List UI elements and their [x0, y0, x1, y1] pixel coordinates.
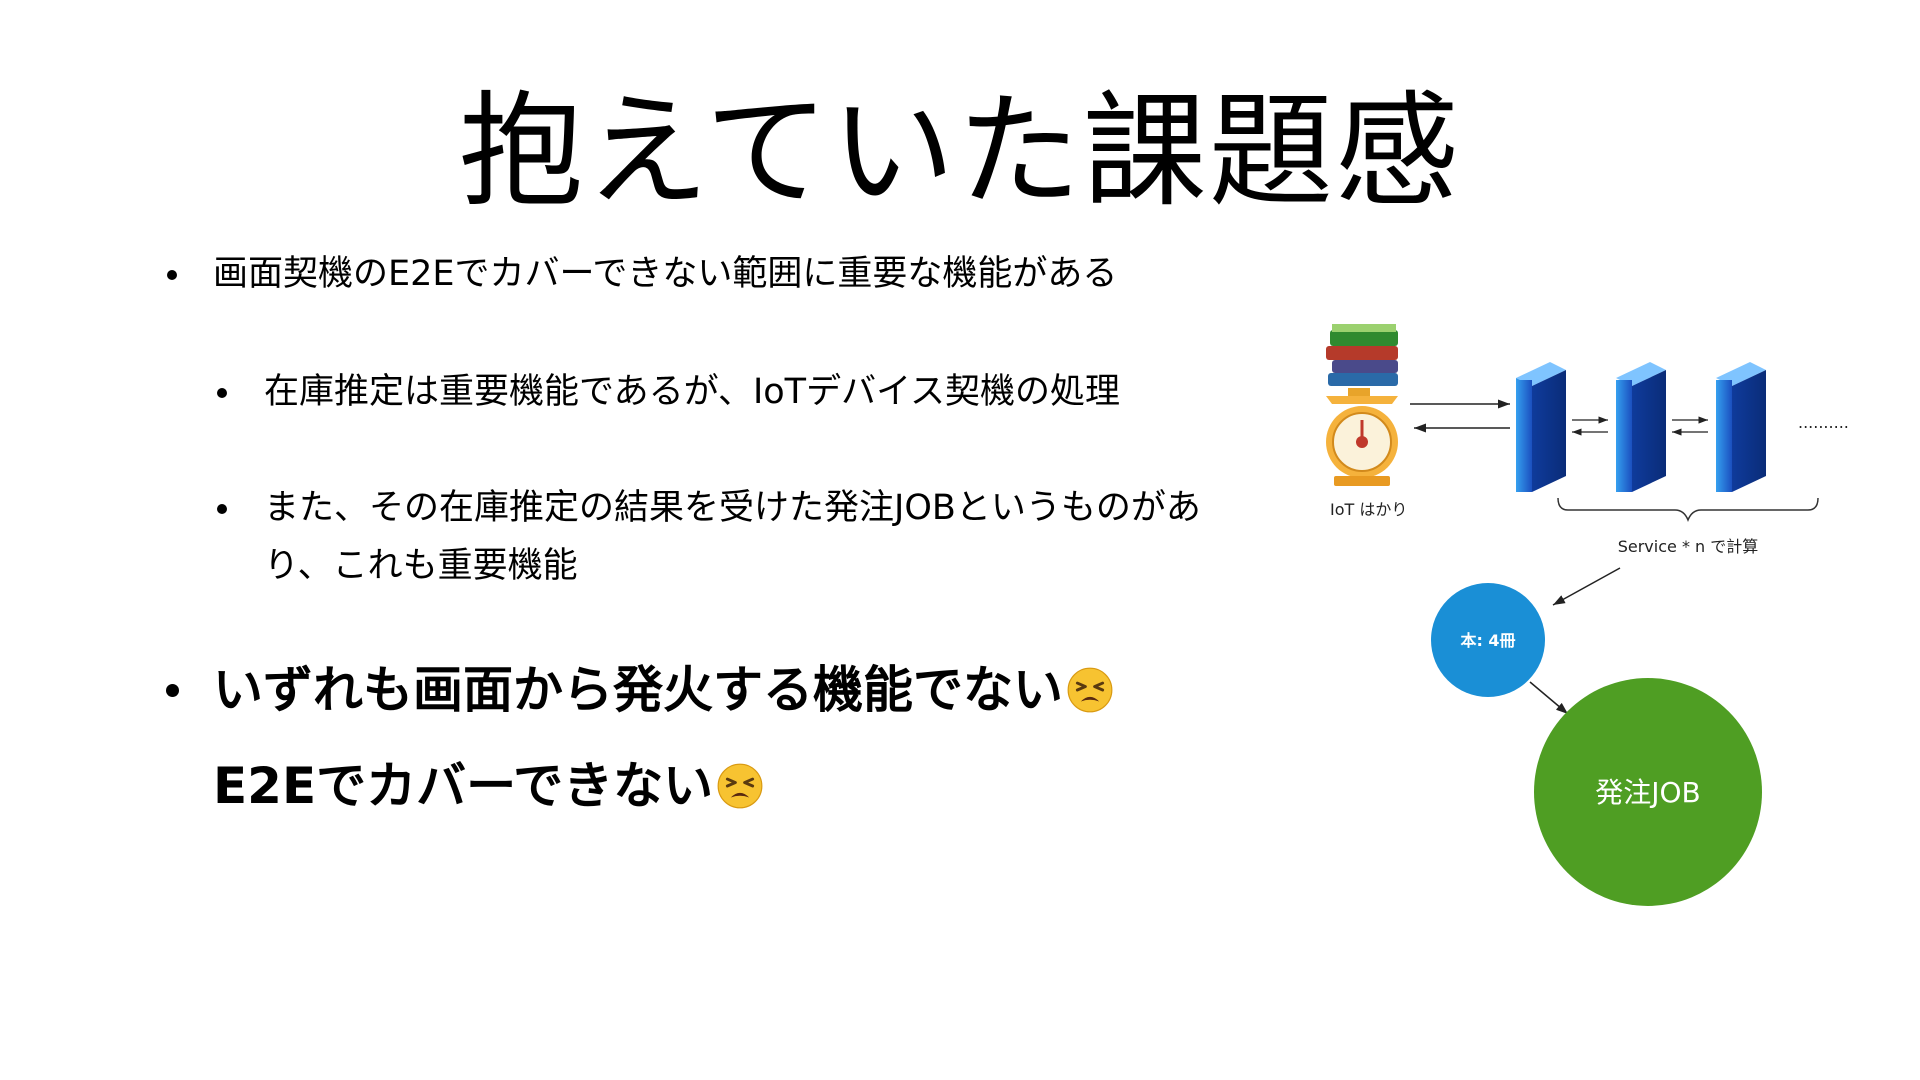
page-title: 抱えていた課題感 [459, 80, 1461, 224]
server-icon [1516, 362, 1566, 492]
emphasis-bullet: いずれも画面から発火する機能でない E2Eでカバーできない [213, 659, 1113, 817]
service-brace [1557, 497, 1819, 523]
server-icon [1716, 362, 1766, 492]
brace-label: Service * n で計算 [1618, 537, 1759, 556]
server-icon [1616, 362, 1666, 492]
order-job-label: 発注JOB [1595, 776, 1701, 809]
tired-face-icon [717, 763, 763, 809]
scale-label: IoT はかり [1330, 500, 1407, 519]
scale-icon [1326, 324, 1398, 486]
stock-result-label: 本: 4冊 [1460, 631, 1515, 650]
bullet-1: 画面契機のE2Eでカバーできない範囲に重要な機能がある [213, 254, 1118, 294]
arrow-to-job [1529, 681, 1569, 715]
continuation-dots: .......... [1798, 413, 1849, 432]
bullet-dot [167, 270, 177, 280]
sub-bullet-dot [217, 504, 227, 514]
sub-bullet-2-line2: り、これも重要機能 [264, 546, 578, 586]
tired-face-icon [1067, 667, 1113, 713]
sub-bullet-1: 在庫推定は重要機能であるが、IoTデバイス契機の処理 [264, 372, 1121, 412]
emphasis-line-1: いずれも画面から発火する機能でない [213, 659, 1113, 721]
arrow-to-result [1552, 567, 1621, 606]
sub-bullet-2-line1: また、その在庫推定の結果を受けた発注JOBというものがあ [264, 488, 1201, 528]
sub-bullet-dot [217, 388, 227, 398]
iot-flow-diagram: IoT はかり .......... Service * n で計算 本: 4冊… [1326, 324, 1849, 906]
sub-bullet-2: また、その在庫推定の結果を受けた発注JOBというものがあ り、これも重要機能 [264, 479, 1201, 595]
emphasis-line-2: E2Eでカバーできない [213, 755, 1113, 817]
bullet-dot-large [166, 684, 179, 697]
